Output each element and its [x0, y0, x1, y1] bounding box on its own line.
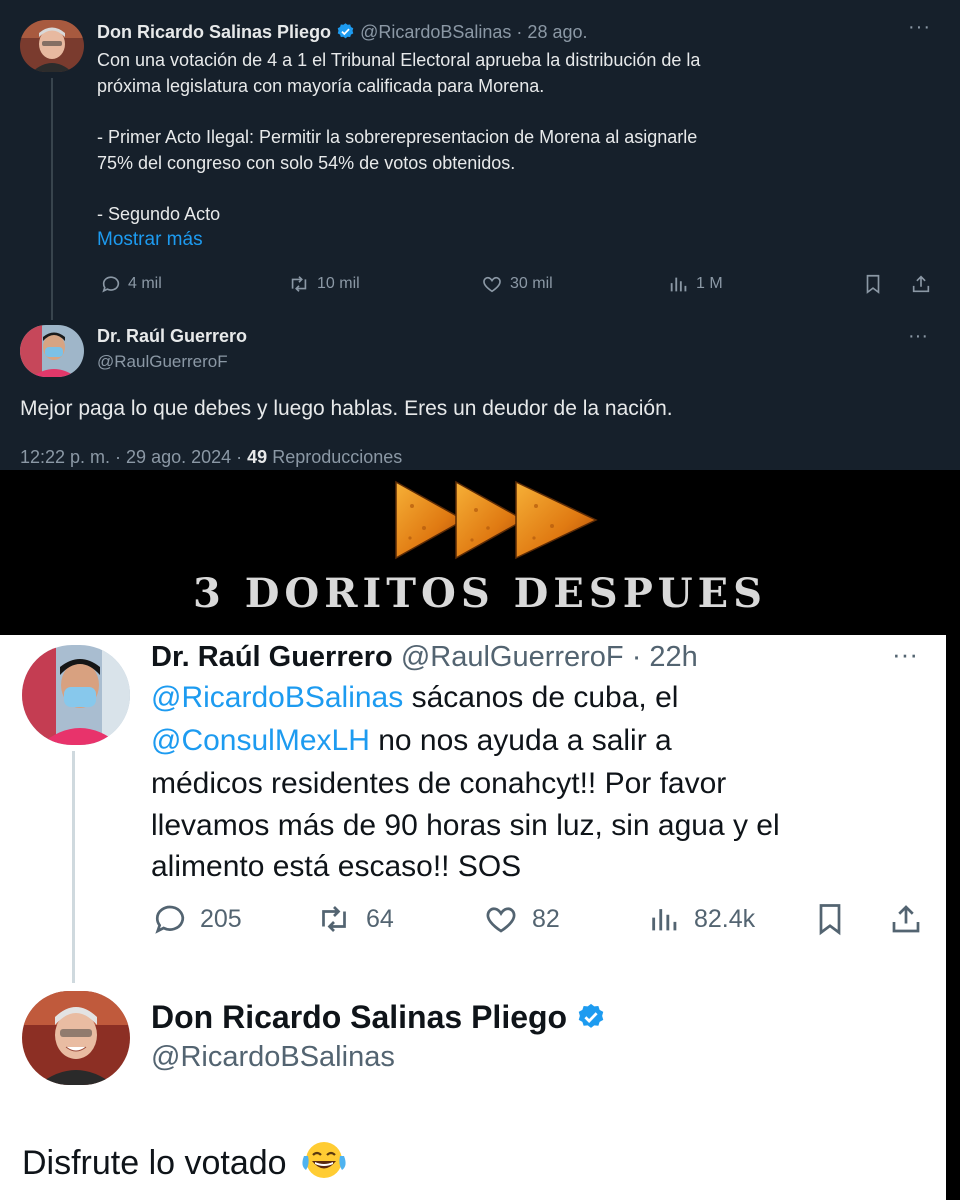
tweet-text-line: Con una votación de 4 a 1 el Tribunal El…	[97, 50, 701, 70]
repost-count: 64	[366, 904, 394, 933]
author-name[interactable]: Don Ricardo Salinas Pliego	[97, 22, 331, 42]
meme-banner: 3 DORITOS DESPUES	[0, 470, 960, 635]
tweet-text-line: alimento está escaso!! SOS	[151, 850, 522, 883]
repost-count: 10 mil	[317, 275, 360, 292]
comment-icon	[102, 276, 120, 293]
views-count: 1 M	[696, 275, 723, 292]
more-options-icon[interactable]: ···	[908, 326, 934, 351]
like-count: 30 mil	[510, 275, 553, 292]
reply-text: Disfrute lo votado	[22, 1144, 287, 1182]
share-button[interactable]	[910, 272, 938, 296]
tweet-text-line: @RicardoBSalinas sácanos de cuba, el	[151, 677, 678, 718]
views-button[interactable]: 82.4k	[648, 901, 755, 937]
view-count: 49	[247, 447, 268, 467]
like-button[interactable]: 82	[482, 901, 560, 937]
share-button[interactable]	[888, 901, 936, 937]
doritos-fast-forward-icon	[395, 480, 598, 560]
tweet-text-line: médicos residentes de conahcyt!! Por fav…	[151, 767, 727, 800]
share-icon	[892, 905, 920, 933]
author-name[interactable]: Dr. Raúl Guerrero	[151, 641, 393, 673]
repost-icon	[322, 906, 346, 932]
reply-button[interactable]: 4 mil	[100, 272, 162, 296]
tweet-text: sácanos de cuba, el	[403, 681, 679, 714]
like-icon	[483, 276, 501, 293]
banner-caption: 3 DORITOS DESPUES	[192, 570, 768, 617]
tweet-text-line: 75% del congreso con solo 54% de votos o…	[97, 153, 516, 173]
thread-connector-line	[51, 78, 53, 320]
author-name[interactable]: Dr. Raúl Guerrero	[97, 326, 247, 347]
timestamp[interactable]: 12:22 p. m. · 29 ago. 2024 ·	[20, 447, 247, 467]
repost-button[interactable]: 64	[314, 901, 394, 937]
tweet-text-line: - Primer Acto Ilegal: Permitir la sobrer…	[97, 127, 698, 147]
like-count: 82	[532, 904, 560, 933]
tweet-text-line: @ConsulMexLH no nos ayuda a salir a	[151, 720, 672, 761]
thread-connector-line	[72, 751, 75, 983]
author-handle[interactable]: @RicardoBSalinas	[151, 1041, 395, 1074]
tweet-header: Dr. Raúl Guerrero @RaulGuerreroF · 22h	[151, 641, 698, 674]
views-icon	[652, 909, 677, 931]
share-icon	[912, 275, 930, 293]
handle-and-time[interactable]: @RicardoBSalinas · 28 ago.	[360, 22, 587, 42]
tweet-header: Don Ricardo Salinas Pliego @RicardoBSali…	[97, 22, 587, 46]
views-button[interactable]: 1 M	[668, 272, 723, 296]
reply-count: 205	[200, 904, 242, 933]
bookmark-button[interactable]	[812, 901, 860, 937]
views-count: 82.4k	[694, 904, 756, 933]
reply-text-row: Disfrute lo votado	[22, 1140, 348, 1183]
avatar-ricardo-salinas[interactable]	[20, 20, 84, 72]
reply-count: 4 mil	[128, 275, 162, 292]
reply-button[interactable]: 205	[152, 901, 242, 937]
verified-badge-icon	[576, 1002, 606, 1040]
reply-text: Mejor paga lo que debes y luego hablas. …	[20, 397, 673, 420]
repost-button[interactable]: 10 mil	[287, 272, 360, 296]
avatar-ricardo-salinas[interactable]	[22, 991, 130, 1085]
edge-strip	[946, 635, 960, 1200]
tweet-text-line: - Segundo Acto	[97, 204, 221, 224]
more-options-icon[interactable]: ···	[892, 641, 928, 669]
author-name[interactable]: Don Ricardo Salinas Pliego	[151, 999, 567, 1035]
author-name-row: Don Ricardo Salinas Pliego	[151, 999, 606, 1040]
dark-tweet-thread: Don Ricardo Salinas Pliego @RicardoBSali…	[0, 0, 960, 470]
like-icon	[486, 907, 516, 933]
laughing-emoji-icon	[302, 1142, 346, 1178]
tweet-text-line: próxima legislatura con mayoría califica…	[97, 76, 545, 96]
repost-icon	[291, 276, 307, 292]
like-button[interactable]: 30 mil	[480, 272, 553, 296]
author-handle[interactable]: @RaulGuerreroF	[97, 352, 228, 372]
handle-and-time[interactable]: @RaulGuerreroF · 22h	[401, 641, 698, 673]
bookmark-button[interactable]	[862, 272, 890, 296]
tweet-text: no nos ayuda a salir a	[369, 724, 672, 757]
avatar-raul-guerrero[interactable]	[22, 645, 130, 745]
verified-badge-icon	[336, 22, 355, 46]
view-label: Reproducciones	[267, 447, 403, 467]
tweet-text-line: llevamos más de 90 horas sin luz, sin ag…	[151, 809, 780, 842]
bookmark-icon	[866, 274, 880, 294]
bookmark-icon	[819, 904, 841, 936]
avatar-raul-guerrero[interactable]	[20, 325, 84, 377]
show-more-link[interactable]: Mostrar más	[97, 229, 203, 251]
mention-link[interactable]: @ConsulMexLH	[151, 724, 370, 757]
tweet-metadata: 12:22 p. m. · 29 ago. 2024 · 49 Reproduc…	[20, 447, 402, 468]
more-options-icon[interactable]: ···	[908, 17, 934, 42]
views-icon	[670, 277, 687, 292]
light-tweet-thread: Dr. Raúl Guerrero @RaulGuerreroF · 22h ·…	[0, 635, 960, 1200]
mention-link[interactable]: @RicardoBSalinas	[151, 681, 403, 714]
comment-icon	[155, 905, 185, 934]
